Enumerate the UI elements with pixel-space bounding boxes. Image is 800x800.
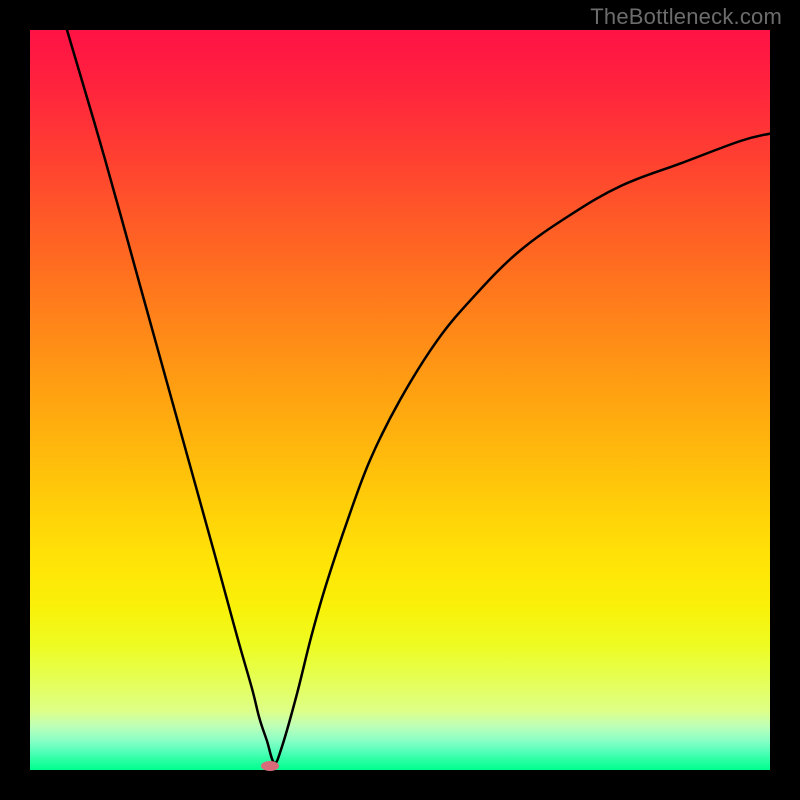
bottleneck-curve [67,30,770,763]
watermark-text: TheBottleneck.com [590,4,782,30]
minimum-marker [261,761,279,771]
curve-svg [30,30,770,770]
plot-area [30,30,770,770]
chart-container: TheBottleneck.com [0,0,800,800]
